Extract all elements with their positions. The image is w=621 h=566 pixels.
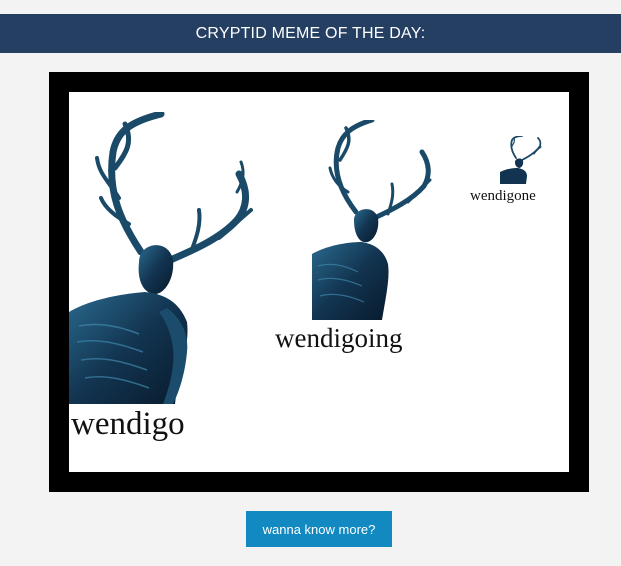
caption-wendigo: wendigo — [71, 406, 185, 442]
caption-wendigoing: wendigoing — [275, 323, 403, 353]
caption-wendigone: wendigone — [470, 188, 536, 204]
wendigo-small-figure — [500, 136, 542, 184]
header-bar: CRYPTID MEME OF THE DAY: — [0, 14, 621, 53]
header-title: CRYPTID MEME OF THE DAY: — [195, 24, 426, 42]
meme-image: wendigo wendigoing wendigone — [69, 92, 569, 472]
meme-frame: wendigo wendigoing wendigone — [49, 72, 589, 492]
wendigo-large-figure — [69, 112, 253, 404]
wendigo-medium-figure — [312, 120, 432, 320]
wanna-know-more-button[interactable]: wanna know more? — [246, 511, 392, 547]
